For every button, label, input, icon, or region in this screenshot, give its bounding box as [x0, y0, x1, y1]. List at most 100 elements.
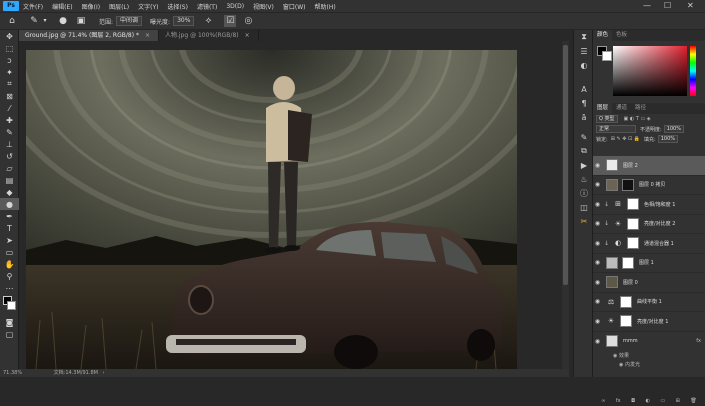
- menu-window[interactable]: 窗口(W): [283, 2, 306, 11]
- protect-tones-icon[interactable]: ☑: [224, 15, 237, 27]
- document-canvas[interactable]: [26, 50, 517, 369]
- layer-name[interactable]: 亮度/对比度 1: [637, 318, 668, 325]
- scrollbar-thumb[interactable]: [563, 45, 568, 285]
- tab-paths[interactable]: 路径: [631, 103, 650, 114]
- menu-image[interactable]: 图像(I): [82, 2, 100, 11]
- layer-row[interactable]: ◉ mmm fx: [593, 332, 705, 352]
- frame-tool-icon[interactable]: ⊠: [0, 90, 19, 102]
- layer-mask[interactable]: [620, 295, 632, 308]
- background-color-swatch[interactable]: [7, 301, 16, 310]
- folder-icon[interactable]: ▭: [660, 398, 665, 404]
- layer-name[interactable]: 图层 0 拷贝: [639, 181, 665, 188]
- hand-tool-icon[interactable]: ✋: [0, 258, 19, 270]
- gradient-tool-icon[interactable]: ▤: [0, 174, 19, 186]
- airbrush-icon[interactable]: ⟡: [202, 15, 214, 27]
- menu-edit[interactable]: 编辑(E): [52, 2, 72, 11]
- lock-icons[interactable]: ⊞ ✎ ✥ ⊡ 🔒: [611, 136, 640, 142]
- layer-row[interactable]: ◉ 图层 0: [593, 273, 705, 293]
- layer-name[interactable]: 亮度/对比度 2: [644, 220, 675, 227]
- adjustment-layer-icon[interactable]: ◐: [646, 398, 650, 404]
- layer-mask[interactable]: [622, 256, 634, 269]
- layer-mask[interactable]: [620, 315, 632, 328]
- eye-icon[interactable]: ◉: [593, 298, 602, 305]
- menu-layer[interactable]: 图层(L): [109, 2, 129, 11]
- hue-slider[interactable]: [690, 46, 696, 96]
- eye-icon[interactable]: ◉: [593, 259, 602, 266]
- burn-tool-icon[interactable]: ✎: [28, 15, 40, 27]
- layer-name[interactable]: mmm: [623, 338, 638, 344]
- vertical-scrollbar[interactable]: [562, 41, 569, 369]
- layer-mask[interactable]: [622, 178, 634, 191]
- crop-tool-icon[interactable]: ⌗: [0, 78, 19, 90]
- paragraph-icon[interactable]: ¶: [574, 96, 594, 110]
- layer-name[interactable]: 通道混合器 1: [644, 240, 674, 247]
- zoom-level[interactable]: 71.38%: [3, 370, 22, 376]
- effects-row[interactable]: ◉ 效果: [593, 351, 705, 360]
- layer-row[interactable]: ◉ 图层 2: [593, 156, 705, 176]
- eye-icon[interactable]: ◉: [593, 318, 602, 325]
- menu-help[interactable]: 帮助(H): [315, 2, 336, 11]
- menu-3d[interactable]: 3D(D): [226, 3, 244, 10]
- range-select[interactable]: 中间调: [116, 16, 143, 26]
- layer-mask[interactable]: [627, 217, 639, 230]
- layer-row[interactable]: ◉ ↓ ☀ 亮度/对比度 2: [593, 215, 705, 234]
- screen-mode-icon[interactable]: ▢: [0, 328, 19, 340]
- actions-icon[interactable]: ▶: [574, 158, 594, 172]
- pen-tool-icon[interactable]: ✒: [0, 210, 19, 222]
- history-icon[interactable]: ⧗: [574, 30, 594, 44]
- adjustments-icon[interactable]: ◐: [574, 58, 594, 72]
- magic-wand-icon[interactable]: ✦: [0, 66, 19, 78]
- burn-tool-icon[interactable]: ●: [0, 198, 19, 210]
- menu-select[interactable]: 选择(S): [167, 2, 188, 11]
- rectangle-tool-icon[interactable]: ▭: [0, 246, 19, 258]
- close-icon[interactable]: ×: [245, 32, 250, 39]
- tab-layers[interactable]: 图层: [593, 103, 613, 114]
- layer-mask[interactable]: [627, 237, 639, 250]
- fx-icon[interactable]: fx: [616, 398, 621, 404]
- healing-brush-icon[interactable]: ✚: [0, 114, 19, 126]
- brush-preset-icon[interactable]: ●: [57, 15, 69, 27]
- marquee-tool-icon[interactable]: ⬚: [0, 42, 19, 54]
- info-icon[interactable]: ⓘ: [574, 186, 594, 200]
- tab-color[interactable]: 颜色: [593, 30, 613, 41]
- eye-icon[interactable]: ◉: [593, 201, 602, 208]
- exposure-field[interactable]: 30%: [173, 16, 195, 26]
- saturation-field[interactable]: [613, 46, 687, 96]
- layer-name[interactable]: 图层 1: [639, 259, 654, 266]
- quick-mask-icon[interactable]: ◙: [0, 316, 19, 328]
- tab-swatches[interactable]: 色板: [612, 30, 631, 41]
- eyedropper-tool-icon[interactable]: ⁄: [0, 102, 19, 114]
- brush-settings-icon[interactable]: ▣: [75, 15, 87, 27]
- color-swatches[interactable]: [0, 294, 19, 316]
- link-icon[interactable]: ∞: [601, 398, 605, 404]
- navigator-icon[interactable]: ◫: [574, 200, 594, 214]
- menu-filter[interactable]: 滤镜(T): [197, 2, 217, 11]
- fill-field[interactable]: 100%: [657, 135, 679, 143]
- tab-ground[interactable]: Ground.jpg @ 71.4% (图层 2, RGB/8) * ×: [19, 30, 159, 41]
- move-tool-icon[interactable]: ✥: [0, 30, 19, 42]
- layer-name[interactable]: 图层 2: [623, 162, 638, 169]
- history-brush-icon[interactable]: ↺: [0, 150, 19, 162]
- tab-person[interactable]: 人物.jpg @ 100%(RGB/8) ×: [159, 30, 259, 41]
- brush-tool-icon[interactable]: ✎: [0, 126, 19, 138]
- eye-icon[interactable]: ◉: [593, 338, 602, 345]
- glyphs-icon[interactable]: ā: [574, 110, 594, 124]
- chevron-down-icon[interactable]: ▾: [41, 15, 49, 27]
- layer-mask[interactable]: [627, 198, 639, 211]
- opacity-field[interactable]: 100%: [663, 125, 684, 133]
- eraser-tool-icon[interactable]: ▱: [0, 162, 19, 174]
- menu-view[interactable]: 视图(V): [253, 2, 274, 11]
- layer-name[interactable]: 曲线平衡 1: [637, 298, 662, 305]
- character-icon[interactable]: A: [574, 82, 594, 96]
- mask-icon[interactable]: ◘: [631, 398, 635, 404]
- layer-row[interactable]: ◉ ↓ ◐ 通道混合器 1: [593, 234, 705, 254]
- more-tools-icon[interactable]: ⋯: [0, 282, 19, 294]
- layer-row[interactable]: ◉ 图层 0 拷贝: [593, 176, 705, 195]
- layer-filter-select[interactable]: Q 类型: [596, 115, 618, 123]
- menu-type[interactable]: 文字(Y): [138, 2, 158, 11]
- clone-stamp-icon[interactable]: ⊥: [0, 138, 19, 150]
- home-icon[interactable]: ⌂: [6, 15, 18, 27]
- chevron-right-icon[interactable]: ›: [103, 370, 105, 376]
- blend-mode-select[interactable]: 正常: [596, 125, 636, 133]
- eye-icon[interactable]: ◉: [593, 240, 602, 247]
